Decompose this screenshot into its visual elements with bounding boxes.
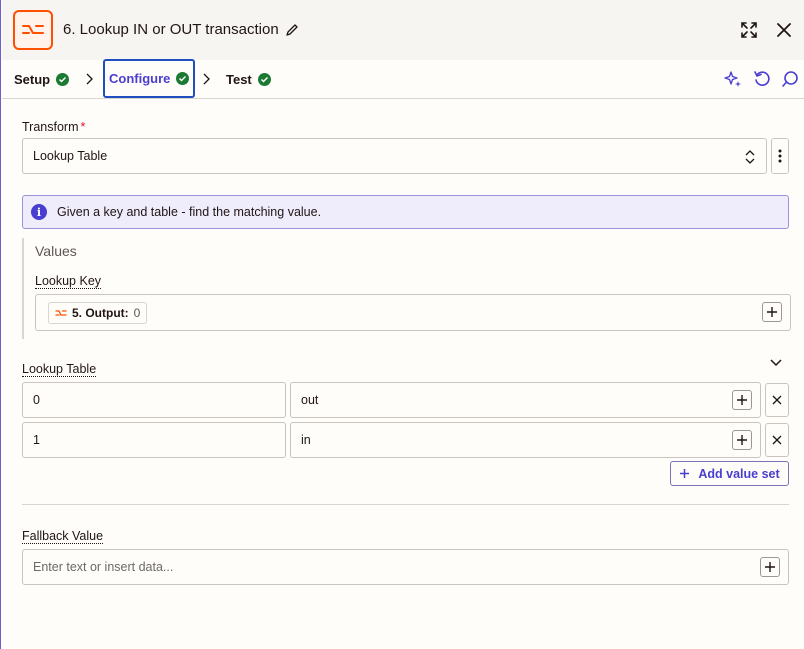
divider xyxy=(22,504,789,505)
undo-icon[interactable] xyxy=(753,70,771,88)
lookup-value-value: in xyxy=(301,433,311,447)
lookup-key-input[interactable]: 1 xyxy=(22,422,286,458)
check-circle-icon xyxy=(56,72,70,86)
fallback-value-input[interactable]: Enter text or insert data... xyxy=(22,549,789,585)
tab-test[interactable]: Test xyxy=(226,60,271,98)
plus-icon xyxy=(680,469,690,478)
tab-label: Test xyxy=(226,71,252,87)
transform-select-value: Lookup Table xyxy=(33,149,108,163)
info-banner: i Given a key and table - find the match… xyxy=(22,195,789,229)
tab-setup[interactable]: Setup xyxy=(14,60,70,98)
plus-icon xyxy=(737,395,747,405)
lookup-key-value: 0 xyxy=(33,393,40,407)
lookup-key-label: Lookup Key xyxy=(35,274,102,289)
plus-icon xyxy=(737,435,747,445)
transform-select[interactable]: Lookup Table xyxy=(22,138,767,174)
expand-icon[interactable] xyxy=(739,20,759,40)
step-tabs: Setup Configure Test xyxy=(2,59,804,99)
pill-value: 0 xyxy=(133,306,141,320)
values-heading: Values xyxy=(35,243,77,259)
chevron-right-icon xyxy=(203,73,210,85)
chevron-right-icon xyxy=(86,73,93,85)
more-options-button[interactable] xyxy=(771,138,789,174)
values-group: Values Lookup Key 5. Output: 0 xyxy=(22,238,791,339)
check-circle-icon xyxy=(257,72,271,86)
insert-data-button[interactable] xyxy=(732,430,752,450)
step-title[interactable]: 6. Lookup IN or OUT transaction xyxy=(63,21,299,38)
close-icon xyxy=(772,435,782,445)
sparkle-icon[interactable] xyxy=(724,70,742,88)
info-text: Given a key and table - find the matchin… xyxy=(57,205,322,219)
add-value-set-button[interactable]: Add value set xyxy=(670,461,789,486)
transform-label: Transform * xyxy=(22,120,85,134)
fallback-placeholder: Enter text or insert data... xyxy=(33,560,174,574)
required-mark: * xyxy=(80,120,86,134)
remove-row-button[interactable] xyxy=(765,383,789,417)
check-circle-icon xyxy=(176,72,190,85)
plus-icon xyxy=(767,307,777,317)
info-icon: i xyxy=(31,204,47,220)
close-icon xyxy=(772,395,782,405)
plus-icon xyxy=(765,562,775,572)
select-arrows-icon xyxy=(745,150,755,164)
pill-label: 5. Output: xyxy=(72,306,129,320)
tab-label: Setup xyxy=(14,71,51,87)
lookup-value-input[interactable]: out xyxy=(290,382,761,418)
lookup-key-input[interactable]: 0 xyxy=(22,382,286,418)
insert-data-button[interactable] xyxy=(732,390,752,410)
lookup-key-value: 1 xyxy=(33,433,40,447)
chevron-down-icon[interactable] xyxy=(769,358,783,368)
lookup-table-label: Lookup Table xyxy=(22,362,97,377)
tab-label: Configure xyxy=(109,71,171,86)
formatter-app-icon xyxy=(13,10,53,50)
add-value-set-label: Add value set xyxy=(698,466,780,481)
step-title-text: 6. Lookup IN or OUT transaction xyxy=(63,21,279,38)
tab-configure[interactable]: Configure xyxy=(103,59,196,98)
remove-row-button[interactable] xyxy=(765,423,789,457)
data-pill[interactable]: 5. Output: 0 xyxy=(48,302,148,324)
panel-header: 6. Lookup IN or OUT transaction xyxy=(2,0,804,60)
transform-label-text: Transform xyxy=(22,120,79,134)
lookup-value-input[interactable]: in xyxy=(290,422,761,458)
fallback-value-label: Fallback Value xyxy=(22,529,104,544)
kebab-icon xyxy=(778,149,782,163)
insert-data-button[interactable] xyxy=(760,557,780,577)
comment-icon[interactable] xyxy=(781,70,799,88)
pencil-icon[interactable] xyxy=(285,23,299,37)
lookup-key-field[interactable]: 5. Output: 0 xyxy=(35,294,791,331)
lookup-value-value: out xyxy=(301,393,319,407)
insert-data-button[interactable] xyxy=(762,302,782,322)
formatter-app-icon xyxy=(55,310,67,316)
step-editor-panel: 6. Lookup IN or OUT transaction Setup Co… xyxy=(0,0,804,649)
close-icon[interactable] xyxy=(774,20,794,40)
